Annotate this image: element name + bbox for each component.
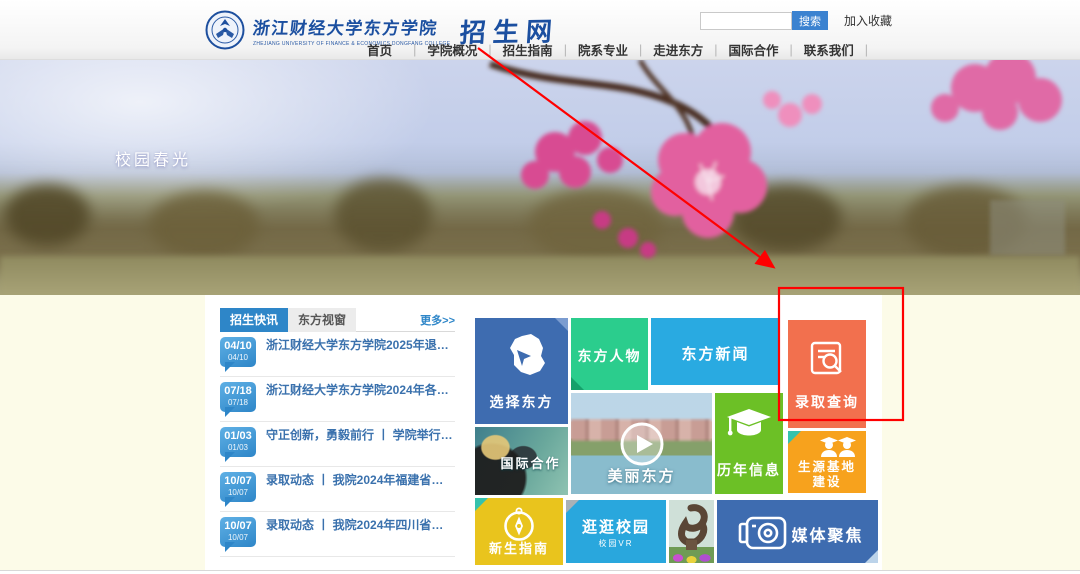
graduation-cap-icon	[725, 407, 773, 443]
tile-label: 逛逛校园	[566, 516, 666, 537]
fold-corner	[865, 550, 878, 563]
nav-separator: |	[413, 43, 416, 57]
search-input[interactable]	[700, 12, 792, 30]
tile-international-cooperation[interactable]: 国际合作	[475, 427, 568, 495]
university-name-cn: 浙江财经大学东方学院	[252, 14, 452, 39]
nav-item-into-dongfang[interactable]: 走进东方	[651, 40, 705, 59]
news-item[interactable]: 07/18 07/18 浙江财经大学东方学院2024年各省录取及...	[220, 377, 455, 422]
tile-sublabel: 校园VR	[566, 538, 666, 549]
date-badge: 01/03 01/03	[220, 427, 256, 457]
fold-corner	[555, 318, 568, 331]
search-area: 搜索 加入收藏	[700, 11, 892, 30]
hero-banner: 校园春光 浙江省首批应用型建设试点示范院校 院校代码：0119 国家代码：132…	[0, 60, 1080, 295]
tile-label: 东方新闻	[651, 343, 780, 364]
main-nav: 首页 | 学院概况 | 招生指南 | 院系专业 | 走进东方 | 国际合作 | 联系我们 |	[365, 40, 877, 59]
more-link[interactable]: 更多>>	[420, 312, 455, 328]
news-item[interactable]: 10/07 10/07 录取动态 丨 我院2024年福建省本科批录取...	[220, 467, 455, 512]
tile-statue-photo[interactable]	[669, 500, 714, 563]
tile-label: 生源基地 建设	[788, 460, 866, 490]
nav-separator: |	[488, 43, 491, 57]
nav-separator: |	[564, 43, 567, 57]
banner-caption: 校园春光	[115, 146, 191, 170]
news-tabs: 招生快讯 东方视窗 更多>>	[220, 308, 455, 332]
tile-dongfang-people[interactable]: 东方人物	[571, 318, 648, 390]
students-icon	[818, 435, 858, 461]
admissions-homepage: 浙江财经大学东方学院 ZHEJIANG UNIVERSITY OF FINANC…	[0, 0, 1080, 574]
tab-admission-news[interactable]: 招生快讯	[220, 308, 288, 332]
nav-item-contact[interactable]: 联系我们	[802, 40, 856, 59]
tile-freshman-guide[interactable]: 新生指南	[475, 498, 563, 565]
tile-admission-query[interactable]: 录取查询	[788, 320, 866, 428]
date-badge: 10/07 10/07	[220, 472, 256, 502]
date-badge: 04/10 04/10	[220, 337, 256, 367]
nav-separator: |	[789, 43, 792, 57]
nav-separator: |	[639, 43, 642, 57]
tile-media-focus[interactable]: 媒体聚焦	[717, 500, 878, 563]
news-title-link[interactable]: 录取动态 丨 我院2024年四川省本科批录取...	[266, 518, 455, 533]
tile-beautiful-dongfang[interactable]: 美丽东方	[571, 393, 712, 494]
zhejiang-map-icon	[497, 332, 547, 382]
tab-dongfang-window[interactable]: 东方视窗	[288, 308, 356, 332]
plum-blossoms-decoration	[0, 60, 1080, 295]
date-badge: 07/18 07/18	[220, 382, 256, 412]
tile-label: 国际合作	[493, 453, 568, 472]
news-title-link[interactable]: 录取动态 丨 我院2024年福建省本科批录取...	[266, 473, 455, 488]
tile-label: 美丽东方	[571, 465, 712, 486]
tile-source-base[interactable]: 生源基地 建设	[788, 431, 866, 493]
news-item[interactable]: 01/03 01/03 守正创新，勇毅前行 丨 学院举行2025年寒...	[220, 422, 455, 467]
tile-label: 媒体聚焦	[777, 522, 878, 546]
document-search-icon	[806, 338, 848, 380]
nav-separator: |	[714, 43, 717, 57]
news-item[interactable]: 10/07 10/07 录取动态 丨 我院2024年四川省本科批录取...	[220, 512, 455, 557]
fold-corner	[571, 377, 584, 390]
tile-label: 录取查询	[788, 392, 866, 412]
tile-label: 历年信息	[715, 460, 783, 480]
tile-choose-dongfang[interactable]: 选择东方	[475, 318, 568, 424]
tile-label: 新生指南	[475, 538, 563, 557]
news-title-link[interactable]: 浙江财经大学东方学院2025年退役大学生...	[266, 338, 455, 353]
news-title-link[interactable]: 守正创新，勇毅前行 丨 学院举行2025年寒...	[266, 428, 455, 443]
fold-corner	[566, 500, 579, 513]
nav-item-majors[interactable]: 院系专业	[576, 40, 630, 59]
tile-history-info[interactable]: 历年信息	[715, 393, 783, 494]
tile-label: 选择东方	[475, 392, 568, 412]
news-title-link[interactable]: 浙江财经大学东方学院2024年各省录取及...	[266, 383, 455, 398]
date-badge: 10/07 10/07	[220, 517, 256, 547]
nav-item-overview[interactable]: 学院概况	[425, 40, 479, 59]
nav-item-international[interactable]: 国际合作	[726, 40, 780, 59]
news-item[interactable]: 04/10 04/10 浙江财经大学东方学院2025年退役大学生...	[220, 332, 455, 377]
play-button-icon[interactable]	[619, 421, 665, 467]
header: 浙江财经大学东方学院 ZHEJIANG UNIVERSITY OF FINANC…	[0, 0, 1080, 60]
add-favorite-link[interactable]: 加入收藏	[844, 12, 892, 29]
tile-label: 东方人物	[571, 346, 648, 366]
search-button[interactable]: 搜索	[792, 11, 828, 30]
tile-campus-tour[interactable]: 逛逛校园 校园VR	[566, 500, 666, 563]
university-seal-icon	[205, 10, 245, 50]
nav-item-home[interactable]: 首页	[365, 40, 394, 59]
footer-divider	[0, 570, 1080, 574]
nav-separator: |	[865, 43, 868, 57]
nav-item-guide[interactable]: 招生指南	[501, 40, 555, 59]
tile-dongfang-news[interactable]: 东方新闻	[651, 318, 780, 385]
sculpture-icon	[669, 500, 714, 563]
news-section: 招生快讯 东方视窗 更多>> 04/10 04/10 浙江财经大学东方学院202…	[220, 308, 455, 557]
